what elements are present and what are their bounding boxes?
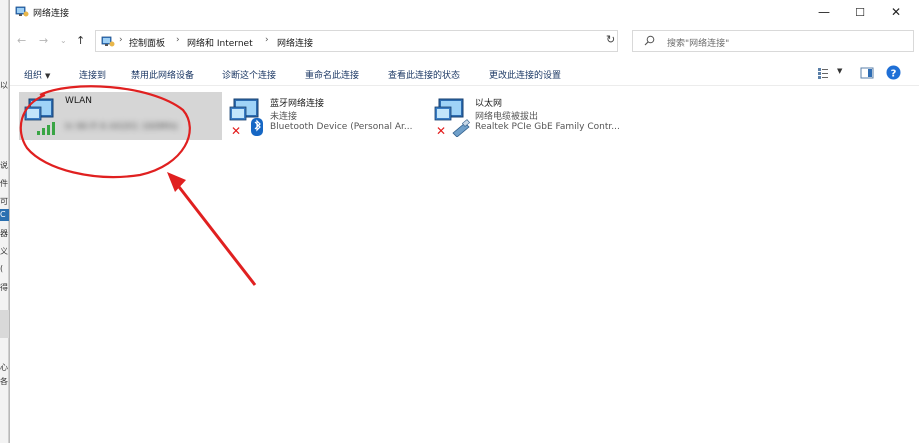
close-button[interactable]: ✕ bbox=[878, 0, 914, 24]
address-bar[interactable]: › 控制面板 › 网络和 Internet › 网络连接 ∨ bbox=[95, 30, 670, 52]
diagnose-button[interactable]: 诊断这个连接 bbox=[222, 68, 276, 81]
bg-char: 以 bbox=[0, 81, 8, 90]
title-bar: 网络连接 — ☐ ✕ bbox=[10, 0, 919, 24]
svg-text:✕: ✕ bbox=[231, 124, 241, 137]
disable-device-button[interactable]: 禁用此网络设备 bbox=[131, 68, 194, 81]
connection-status: 未连接 bbox=[270, 112, 298, 122]
search-box[interactable]: 搜索"网络连接" bbox=[632, 30, 914, 52]
change-settings-button[interactable]: 更改此连接的设置 bbox=[489, 68, 561, 81]
bg-char: 说 bbox=[0, 161, 8, 170]
background-window-strip: 以 说 件 可 C 器 义 ( 得 心 各 bbox=[0, 0, 9, 443]
connection-device: Realtek PCIe GbE Family Contr... bbox=[475, 122, 620, 132]
connection-name: 蓝牙网络连接 bbox=[270, 99, 325, 109]
connection-device: Bluetooth Device (Personal Ar... bbox=[270, 122, 413, 132]
change-view-icon[interactable] bbox=[817, 66, 831, 80]
network-connections-window: 网络连接 — ☐ ✕ ← → ⌄ ↑ › 控制面板 › 网络和 Internet… bbox=[9, 0, 919, 443]
view-status-button[interactable]: 查看此连接的状态 bbox=[388, 68, 460, 81]
control-panel-icon bbox=[101, 36, 115, 47]
rename-button[interactable]: 重命名此连接 bbox=[305, 68, 359, 81]
breadcrumb-separator: › bbox=[176, 35, 180, 45]
connection-status: 网络电缆被拔出 bbox=[475, 112, 539, 122]
bluetooth-adapter-icon: ✕ bbox=[229, 98, 263, 137]
maximize-button[interactable]: ☐ bbox=[842, 0, 878, 24]
breadcrumb-network-internet[interactable]: 网络和 Internet bbox=[187, 36, 253, 49]
bg-char: 得 bbox=[0, 283, 8, 292]
organize-label: 组织 bbox=[24, 71, 43, 81]
preview-pane-icon[interactable] bbox=[860, 66, 874, 80]
forward-arrow-icon[interactable]: → bbox=[39, 34, 48, 47]
svg-text:✕: ✕ bbox=[436, 124, 446, 137]
bg-char: C bbox=[0, 210, 6, 219]
bg-block bbox=[0, 310, 9, 338]
caret-down-icon: ▼ bbox=[45, 72, 51, 80]
bg-char: 义 bbox=[0, 247, 8, 256]
help-icon[interactable]: ? bbox=[886, 65, 901, 80]
navigation-bar: ← → ⌄ ↑ › 控制面板 › 网络和 Internet › 网络连接 ∨ ↻ bbox=[10, 30, 919, 54]
connection-device: In Wi-Fi 6 AX201 160MHz bbox=[65, 122, 178, 132]
breadcrumb-control-panel[interactable]: 控制面板 bbox=[129, 36, 165, 49]
connection-name: WLAN bbox=[65, 96, 93, 106]
window-title: 网络连接 bbox=[33, 9, 70, 19]
svg-text:?: ? bbox=[891, 68, 897, 79]
minimize-button[interactable]: — bbox=[806, 0, 842, 24]
recent-locations-chevron-icon[interactable]: ⌄ bbox=[60, 36, 67, 45]
bg-char: ( bbox=[0, 264, 4, 273]
connection-item-bluetooth[interactable]: ✕ 蓝牙网络连接 未连接 Bluetooth Device (Personal … bbox=[224, 92, 424, 140]
connection-name: 以太网 bbox=[475, 99, 503, 109]
command-bar: 组织 ▼ 连接到 禁用此网络设备 诊断这个连接 重命名此连接 查看此连接的状态 更… bbox=[10, 62, 919, 86]
breadcrumb-separator: › bbox=[119, 35, 123, 45]
breadcrumb-separator: › bbox=[265, 35, 269, 45]
breadcrumb-network-connections[interactable]: 网络连接 bbox=[277, 36, 313, 49]
ethernet-adapter-icon: ✕ bbox=[434, 98, 471, 137]
search-icon bbox=[644, 35, 655, 46]
network-folder-icon bbox=[15, 6, 29, 17]
back-arrow-icon[interactable]: ← bbox=[17, 34, 26, 47]
view-options-caret-icon[interactable]: ▼ bbox=[837, 67, 842, 75]
bg-char: 心 bbox=[0, 363, 8, 372]
connection-item-ethernet[interactable]: ✕ 以太网 网络电缆被拔出 Realtek PCIe GbE Family Co… bbox=[429, 92, 641, 140]
search-placeholder: 搜索"网络连接" bbox=[667, 39, 730, 49]
refresh-icon[interactable]: ↻ bbox=[606, 33, 615, 46]
bg-char: 件 bbox=[0, 179, 8, 188]
connection-item-wlan[interactable]: WLAN In Wi-Fi 6 AX201 160MHz bbox=[19, 92, 222, 140]
bg-char: 各 bbox=[0, 377, 8, 386]
wlan-adapter-icon bbox=[24, 98, 55, 135]
connect-to-button[interactable]: 连接到 bbox=[79, 68, 106, 81]
bg-char: 器 bbox=[0, 229, 8, 238]
up-arrow-icon[interactable]: ↑ bbox=[76, 34, 85, 47]
bg-char: 可 bbox=[0, 197, 8, 206]
organize-menu[interactable]: 组织 ▼ bbox=[24, 68, 50, 81]
